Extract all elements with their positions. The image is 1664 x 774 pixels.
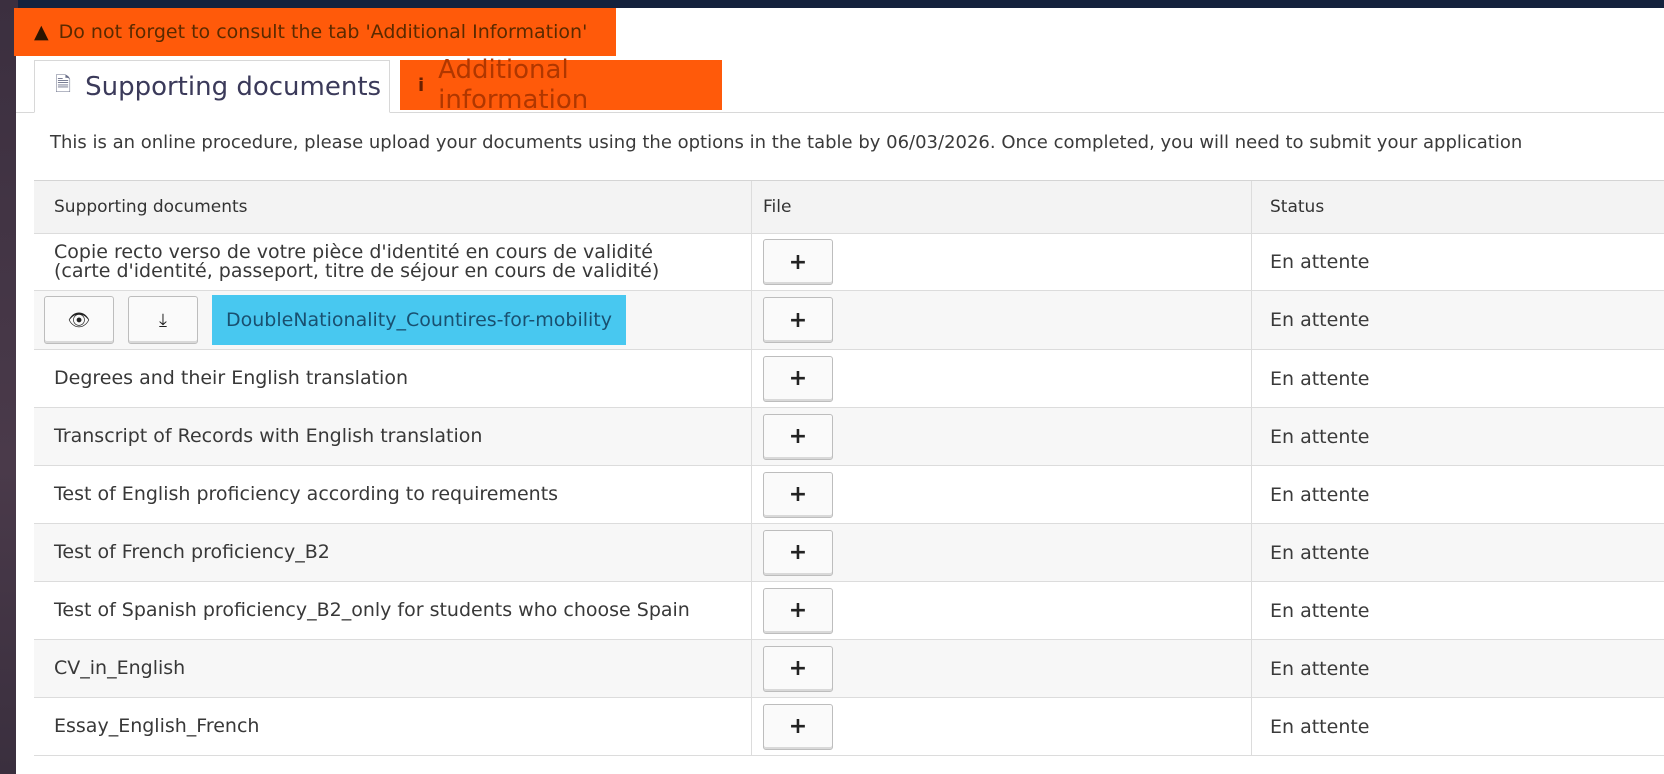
file-cell: +: [752, 698, 1252, 755]
add-file-button[interactable]: +: [763, 355, 833, 402]
tab-supporting-documents[interactable]: 🗎 Supporting documents: [34, 60, 390, 113]
instructions-text: This is an online procedure, please uplo…: [50, 132, 1523, 153]
eye-icon: 👁: [67, 309, 91, 331]
status-cell: En attente: [1270, 541, 1370, 564]
add-file-button[interactable]: +: [763, 413, 833, 460]
file-cell: +: [752, 350, 1252, 407]
add-file-button[interactable]: +: [763, 239, 833, 285]
status-cell: En attente: [1270, 251, 1370, 273]
download-file-button[interactable]: ⤓: [128, 296, 198, 344]
file-cell: +: [752, 524, 1252, 581]
add-file-button[interactable]: +: [763, 645, 833, 692]
table-row: Copie recto verso de votre pièce d'ident…: [34, 234, 1664, 291]
add-file-button[interactable]: +: [763, 297, 833, 343]
document-icon: 🗎: [55, 71, 72, 96]
warning-banner: ▲ Do not forget to consult the tab 'Addi…: [14, 8, 616, 56]
table-header-row: Supporting documents File Status: [34, 181, 1664, 234]
status-cell: En attente: [1270, 309, 1370, 331]
warning-text: Do not forget to consult the tab 'Additi…: [58, 21, 588, 43]
table-row: Essay_English_French + En attente: [34, 698, 1664, 756]
uploaded-file-cell: 👁 ⤓ DoubleNationality_Countires-for-mobi…: [34, 291, 752, 349]
file-cell: +: [752, 582, 1252, 639]
tab-label: Additional information: [438, 55, 589, 115]
table-row: Test of French proficiency_B2 + En atten…: [34, 524, 1664, 582]
header-supporting-documents: Supporting documents: [34, 181, 752, 233]
supporting-documents-table: Supporting documents File Status Copie r…: [34, 180, 1664, 756]
add-file-button[interactable]: +: [763, 587, 833, 634]
table-row: Test of Spanish proficiency_B2_only for …: [34, 582, 1664, 640]
view-file-button[interactable]: 👁: [44, 296, 114, 344]
tab-bar: 🗎 Supporting documents i Additional info…: [16, 55, 1664, 115]
document-name: Test of Spanish proficiency_B2_only for …: [34, 582, 752, 639]
header-status: Status: [1270, 197, 1325, 217]
document-name: Essay_English_French: [34, 698, 752, 755]
file-cell: +: [752, 408, 1252, 465]
warning-icon: ▲: [34, 21, 49, 43]
status-cell: En attente: [1270, 483, 1370, 506]
file-cell: +: [752, 640, 1252, 697]
download-icon: ⤓: [159, 309, 167, 331]
document-name: Degrees and their English translation: [34, 350, 752, 407]
status-cell: En attente: [1270, 599, 1370, 622]
table-row: Transcript of Records with English trans…: [34, 408, 1664, 466]
document-name-line2: (carte d'identité, passeport, titre de s…: [54, 260, 660, 282]
status-cell: En attente: [1270, 367, 1370, 390]
uploaded-file-controls: 👁 ⤓ DoubleNationality_Countires-for-mobi…: [44, 295, 627, 345]
status-cell: En attente: [1270, 425, 1370, 448]
table-row: Test of English proficiency according to…: [34, 466, 1664, 524]
file-cell: +: [752, 291, 1252, 349]
tab-label: Supporting documents: [85, 71, 382, 102]
file-cell: +: [752, 466, 1252, 523]
document-cell: Copie recto verso de votre pièce d'ident…: [34, 234, 752, 290]
info-icon: i: [418, 74, 425, 96]
add-file-button[interactable]: +: [763, 703, 833, 750]
status-cell: En attente: [1270, 715, 1370, 738]
table-row: 👁 ⤓ DoubleNationality_Countires-for-mobi…: [34, 291, 1664, 350]
document-name: CV_in_English: [34, 640, 752, 697]
uploaded-file-name[interactable]: DoubleNationality_Countires-for-mobility: [212, 295, 627, 345]
document-name: Test of French proficiency_B2: [34, 524, 752, 581]
add-file-button[interactable]: +: [763, 471, 833, 518]
table-row: CV_in_English + En attente: [34, 640, 1664, 698]
file-cell: +: [752, 234, 1252, 290]
header-file: File: [752, 181, 1252, 233]
document-name: Test of English proficiency according to…: [34, 466, 752, 523]
document-name: Transcript of Records with English trans…: [34, 408, 752, 465]
status-cell: En attente: [1270, 657, 1370, 680]
table-row: Degrees and their English translation + …: [34, 350, 1664, 408]
add-file-button[interactable]: +: [763, 529, 833, 576]
tab-additional-information[interactable]: i Additional information: [400, 55, 722, 115]
